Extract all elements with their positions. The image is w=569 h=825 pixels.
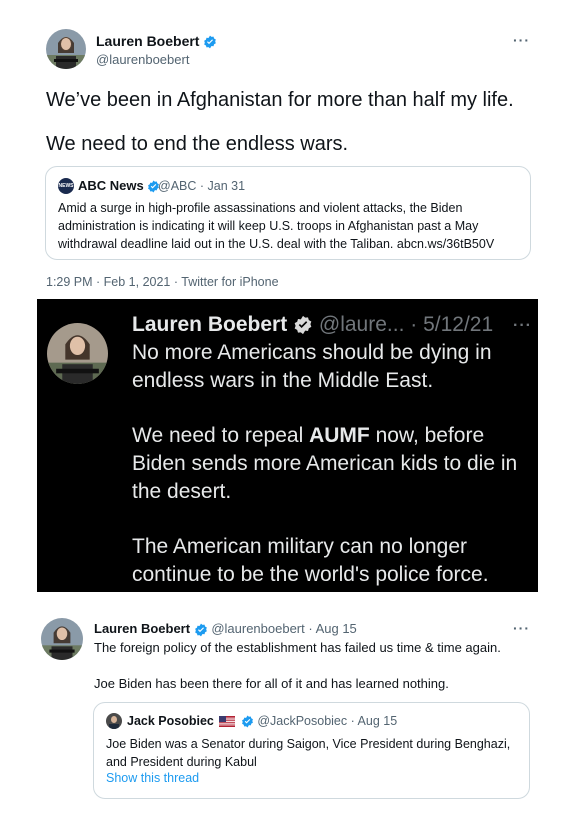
- more-options-icon[interactable]: ···: [513, 620, 530, 636]
- tweet-text-line: endless wars in the Middle East.: [132, 369, 434, 392]
- author-handle: @laure...: [318, 313, 405, 336]
- author-handle[interactable]: @laurenboebert · Aug 15: [211, 621, 356, 636]
- author-name: Lauren Boebert: [132, 313, 288, 336]
- tweet-text-line: Joe Biden has been there for all of it a…: [94, 676, 449, 691]
- quoted-text: Amid a surge in high-profile assassinati…: [58, 201, 495, 251]
- author-name[interactable]: Lauren Boebert: [96, 33, 217, 49]
- quoted-author-name: ABC News: [78, 178, 160, 193]
- tweet-text-line: The foreign policy of the establishment …: [94, 640, 501, 655]
- tweet-text-line: We need to end the endless wars.: [46, 133, 349, 155]
- show-thread-link[interactable]: Show this thread: [106, 771, 199, 785]
- more-options-icon: ···: [513, 317, 532, 334]
- tweet-text-line: No more Americans should be dying in: [132, 341, 492, 364]
- tweet-timestamp[interactable]: 1:29 PM · Feb 1, 2021 · Twitter for iPho…: [46, 275, 279, 289]
- verified-badge-icon: [241, 715, 253, 728]
- avatar[interactable]: [46, 29, 86, 69]
- quoted-author-name-text: ABC News: [78, 178, 144, 193]
- tweet-text-line: the desert.: [132, 480, 232, 503]
- quoted-text: Joe Biden was a Senator during Saigon, V…: [106, 737, 511, 769]
- more-options-icon[interactable]: ···: [513, 32, 530, 48]
- quoted-tweet[interactable]: NEWS ABC News @ABC · Jan 31 Amid a surge…: [45, 166, 531, 260]
- tweet-text-line: We’ve been in Afghanistan for more than …: [46, 89, 514, 111]
- aumf-bold: AUMF: [309, 424, 370, 447]
- avatar: [106, 713, 122, 729]
- abc-news-logo-icon: NEWS: [58, 178, 74, 194]
- quoted-author-name: Jack Posobiec: [127, 714, 214, 728]
- tweet-text-line: Biden sends more American kids to die in: [132, 452, 518, 475]
- author-name[interactable]: Lauren Boebert: [94, 621, 190, 636]
- tweet-text-line: The American military can no longer: [132, 535, 467, 558]
- avatar[interactable]: [41, 618, 83, 660]
- author-handle[interactable]: @laurenboebert: [96, 52, 189, 67]
- author-name-text[interactable]: Lauren Boebert: [96, 33, 199, 49]
- verified-badge-icon: [204, 35, 217, 49]
- verified-badge-icon: [294, 316, 312, 335]
- dark-tweet-header: Lauren Boebert @laure... · 5/12/21: [132, 313, 493, 337]
- verified-badge-icon: [194, 623, 207, 636]
- tweet-text-line: We need to repeal AUMF now, before: [132, 424, 484, 448]
- us-flag-icon: [219, 716, 236, 728]
- tweet-header: Lauren Boebert @laurenboebert · Aug 15: [94, 621, 357, 637]
- quoted-header: Jack Posobiec @JackPosobiec · Aug 15: [127, 714, 397, 728]
- quoted-meta: @JackPosobiec · Aug 15: [257, 714, 398, 728]
- quoted-meta: @ABC · Jan 31: [158, 179, 246, 193]
- tweet-date: · 5/12/21: [410, 313, 494, 336]
- dark-tweet-screenshot: Lauren Boebert @laure... · 5/12/21 ··· N…: [37, 299, 538, 592]
- text-segment: now, before: [375, 424, 485, 447]
- avatar: [47, 323, 108, 384]
- text-segment: We need to repeal: [132, 424, 304, 447]
- tweet-text-line: continue to be the world's police force.: [132, 563, 489, 586]
- quoted-tweet[interactable]: Jack Posobiec @JackPosobiec · Aug 15 Joe…: [93, 702, 530, 799]
